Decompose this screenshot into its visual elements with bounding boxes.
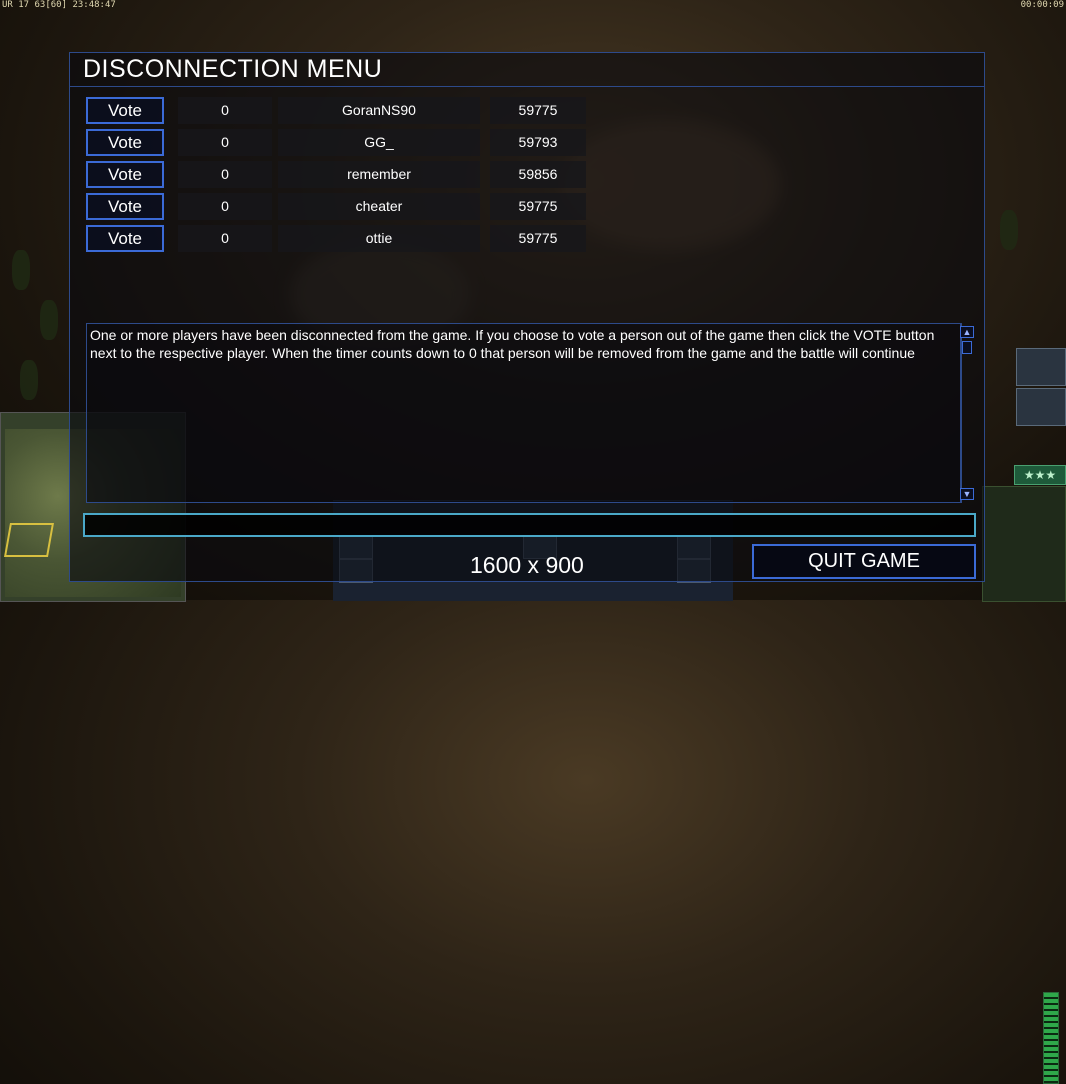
quit-game-button[interactable]: QUIT GAME — [752, 544, 976, 579]
vote-button[interactable]: Vote — [86, 97, 164, 124]
dialog-title: DISCONNECTION MENU — [83, 55, 383, 83]
arrow-up-icon[interactable]: ▲ — [960, 326, 974, 338]
vote-count: 0 — [178, 161, 272, 188]
vote-count: 0 — [178, 97, 272, 124]
arrow-down-icon[interactable]: ▼ — [960, 488, 974, 500]
vote-count: 0 — [178, 193, 272, 220]
scroll-thumb[interactable] — [962, 341, 972, 354]
player-name: remember — [278, 161, 480, 188]
title-divider — [70, 86, 984, 87]
player-name: cheater — [278, 193, 480, 220]
drone-unit-icon[interactable] — [1016, 388, 1066, 426]
vote-button[interactable]: Vote — [86, 193, 164, 220]
player-timer: 59856 — [490, 161, 586, 188]
hud-game-timer: 00:00:09 — [1020, 0, 1064, 10]
player-name: GG_ — [278, 129, 480, 156]
player-name: ottie — [278, 225, 480, 252]
power-meter — [1043, 992, 1059, 1084]
player-timer: 59775 — [490, 225, 586, 252]
vote-button[interactable]: Vote — [86, 161, 164, 188]
disconnection-dialog: DISCONNECTION MENU Vote 0 GoranNS90 5977… — [69, 52, 985, 582]
player-name: GoranNS90 — [278, 97, 480, 124]
power-panel — [982, 486, 1066, 1084]
message-box[interactable]: One or more players have been disconnect… — [86, 323, 962, 503]
vote-count: 0 — [178, 129, 272, 156]
disconnection-message: One or more players have been disconnect… — [90, 327, 935, 361]
resolution-label: 1600 x 900 — [470, 552, 584, 578]
vote-button[interactable]: Vote — [86, 225, 164, 252]
vote-count: 0 — [178, 225, 272, 252]
chat-input[interactable] — [83, 513, 976, 537]
vote-button[interactable]: Vote — [86, 129, 164, 156]
player-timer: 59793 — [490, 129, 586, 156]
player-timer: 59775 — [490, 193, 586, 220]
rank-stars: ★★★ — [1014, 465, 1066, 485]
satellite-unit-icon[interactable] — [1016, 348, 1066, 386]
minimap-viewport — [4, 523, 54, 557]
player-timer: 59775 — [490, 97, 586, 124]
hud-stats: UR 17 63[60] 23:48:47 — [2, 0, 116, 10]
